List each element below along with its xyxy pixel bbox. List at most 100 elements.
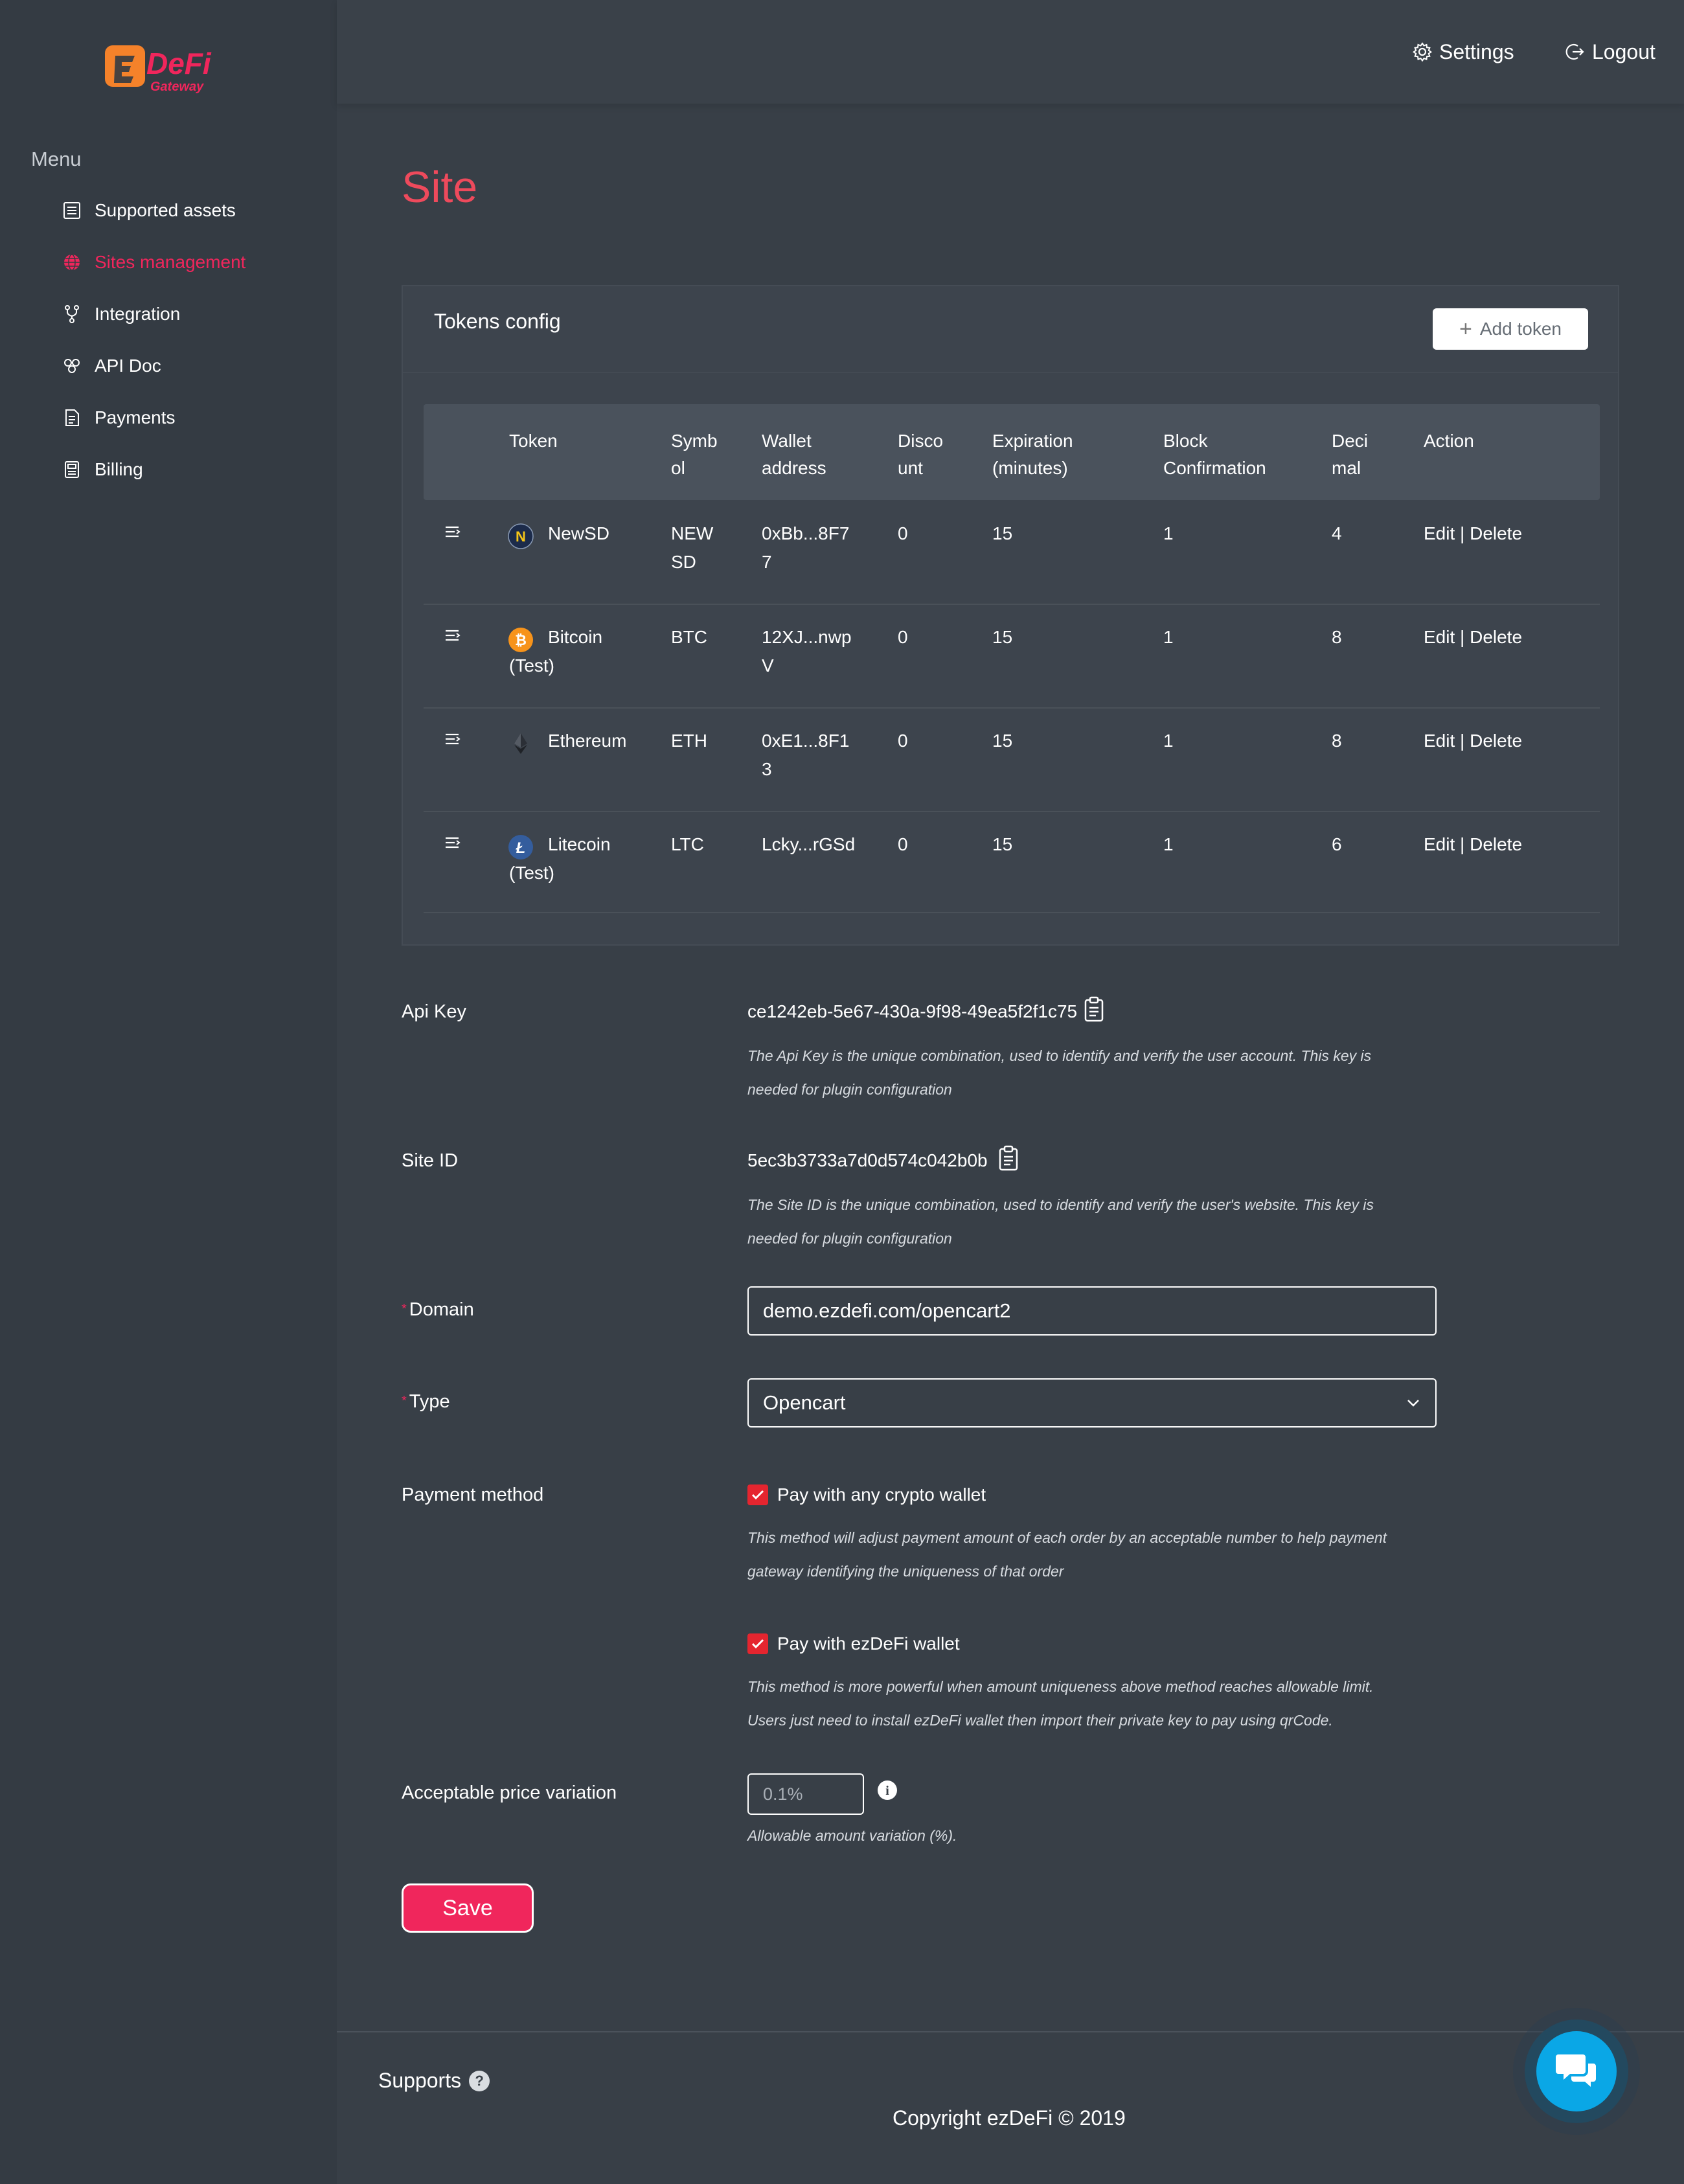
ezdefi-wallet-checkbox[interactable] <box>747 1633 768 1654</box>
settings-link[interactable]: Settings <box>1412 38 1514 66</box>
chat-button[interactable] <box>1513 2008 1640 2135</box>
type-select[interactable]: Opencart <box>747 1378 1437 1428</box>
th-text: Deci <box>1332 431 1369 451</box>
payment-method-label: Payment method <box>402 1484 544 1505</box>
list-icon <box>63 202 80 219</box>
add-token-button[interactable]: + Add token <box>1433 308 1588 350</box>
hint-line: The Api Key is the unique combination, u… <box>747 1047 1372 1064</box>
token-name-text: (Test) <box>509 863 554 883</box>
any-wallet-label[interactable]: Pay with any crypto wallet <box>777 1484 986 1505</box>
edit-link[interactable]: Edit <box>1424 523 1455 543</box>
svg-text:i: i <box>885 1784 889 1798</box>
row-actions: Edit | Delete <box>1424 731 1523 751</box>
drag-handle-icon[interactable] <box>444 525 461 540</box>
cell-text: Lcky...rGSd <box>762 834 856 854</box>
receipt-icon <box>65 461 79 478</box>
expiration: 15 <box>992 627 1013 647</box>
th-symbol: Symb ol <box>671 427 718 482</box>
check-icon <box>751 1639 764 1649</box>
table-row: N NewSD NEW SD 0xBb...8F7 7 0 15 1 4 Edit … <box>424 500 1600 605</box>
ezdefi-logo[interactable]: DeFi Gateway <box>104 40 233 97</box>
domain-input[interactable]: demo.ezdefi.com/opencart2 <box>747 1286 1437 1336</box>
ezdefi-wallet-label[interactable]: Pay with ezDeFi wallet <box>777 1633 960 1654</box>
footer-divider <box>337 2031 1684 2032</box>
sidebar-item-api-doc[interactable]: API Doc <box>62 350 161 382</box>
table-header: Token Symb ol Wallet address Disco unt Expi… <box>424 404 1600 500</box>
decimal: 4 <box>1332 523 1342 543</box>
th-text: Wallet <box>762 431 812 451</box>
copyright: Copyright ezDeFi © 2019 <box>893 2106 1126 2130</box>
supports-link[interactable]: Supports? <box>378 2069 490 2093</box>
supports-label: Supports <box>378 2069 462 2092</box>
sidebar-item-integration[interactable]: Integration <box>62 298 180 330</box>
sidebar-item-sites-management[interactable]: Sites management <box>62 246 245 279</box>
token-symbol: LTC <box>671 830 704 859</box>
sidebar-item-label: Sites management <box>95 252 246 272</box>
expiration: 15 <box>992 834 1013 854</box>
drag-handle-icon[interactable] <box>444 732 461 747</box>
any-wallet-checkbox[interactable] <box>747 1484 768 1505</box>
globe-icon <box>64 254 80 271</box>
discount: 0 <box>898 523 908 543</box>
question-icon: ? <box>469 2070 490 2091</box>
th-text: Token <box>509 431 558 451</box>
row-actions: Edit | Delete <box>1424 523 1523 543</box>
sidebar-item-billing[interactable]: Billing <box>62 453 143 486</box>
check-icon <box>751 1490 764 1500</box>
delete-link[interactable]: Delete <box>1470 523 1522 543</box>
logout-icon <box>1565 43 1584 60</box>
edit-link[interactable]: Edit <box>1424 834 1455 854</box>
table-row: Ł Litecoin (Test) LTC Lcky...rGSd 0 15 1 … <box>424 811 1600 913</box>
info-icon[interactable]: i <box>877 1780 898 1801</box>
drag-handle-icon[interactable] <box>444 836 461 851</box>
hint-line: This method is more powerful when amount… <box>747 1678 1374 1695</box>
th-text: Disco <box>898 431 944 451</box>
th-text: Block <box>1163 431 1208 451</box>
cell-text: ETH <box>671 731 707 751</box>
domain-label: * Domain <box>402 1299 474 1321</box>
hint-line: Users just need to install ezDeFi wallet… <box>747 1712 1333 1729</box>
logout-link[interactable]: Logout <box>1565 38 1656 66</box>
price-variation-input[interactable]: 0.1% <box>747 1773 864 1815</box>
svg-text:DeFi: DeFi <box>146 47 212 80</box>
price-variation-hint: Allowable amount variation (%). <box>747 1827 957 1844</box>
site-id-hint: The Site ID is the unique combination, u… <box>747 1188 1447 1255</box>
cell-text: 12XJ...nwp <box>762 627 852 647</box>
save-button[interactable]: Save <box>402 1883 534 1933</box>
token-name: Bitcoin (Test) <box>509 623 658 680</box>
copy-icon[interactable] <box>997 1145 1019 1171</box>
ezdefi-wallet-hint: This method is more powerful when amount… <box>747 1670 1447 1737</box>
token-name-text: Bitcoin <box>548 627 603 647</box>
wallet-address: 0xE1...8F1 3 <box>762 727 849 784</box>
domain-value: demo.ezdefi.com/opencart2 <box>763 1299 1011 1322</box>
delete-link[interactable]: Delete <box>1470 627 1522 647</box>
drag-handle-icon[interactable] <box>444 628 461 644</box>
th-text: ol <box>671 458 685 478</box>
edit-link[interactable]: Edit <box>1424 731 1455 751</box>
top-bar: Settings Logout <box>337 0 1684 104</box>
sidebar-item-supported-assets[interactable]: Supported assets <box>62 194 236 227</box>
token-name-text: Litecoin <box>548 834 611 854</box>
price-variation-placeholder: 0.1% <box>763 1784 803 1804</box>
wallet-address: 12XJ...nwp V <box>762 623 852 680</box>
th-text: mal <box>1332 458 1361 478</box>
cell-text: 0xBb...8F7 <box>762 523 850 543</box>
api-icon <box>64 359 80 373</box>
delete-link[interactable]: Delete <box>1470 731 1522 751</box>
chat-icon <box>1536 2031 1617 2111</box>
copy-icon[interactable] <box>1083 996 1105 1022</box>
type-label-text: Type <box>409 1391 450 1412</box>
hint-line: This method will adjust payment amount o… <box>747 1529 1387 1546</box>
cell-text: 7 <box>762 552 772 572</box>
delete-link[interactable]: Delete <box>1470 834 1522 854</box>
panel-header: Tokens config + Add token <box>403 286 1618 373</box>
api-key-value: ce1242eb-5e67-430a-9f98-49ea5f2f1c75 <box>747 1001 1078 1021</box>
edit-link[interactable]: Edit <box>1424 627 1455 647</box>
block-confirmation: 1 <box>1163 731 1174 751</box>
block-confirmation: 1 <box>1163 523 1174 543</box>
sidebar-item-payments[interactable]: Payments <box>62 402 176 434</box>
token-name: NewSD <box>509 519 658 548</box>
any-wallet-hint: This method will adjust payment amount o… <box>747 1521 1447 1588</box>
token-symbol: ETH <box>671 727 707 755</box>
sidebar-item-label: Payments <box>95 407 176 427</box>
